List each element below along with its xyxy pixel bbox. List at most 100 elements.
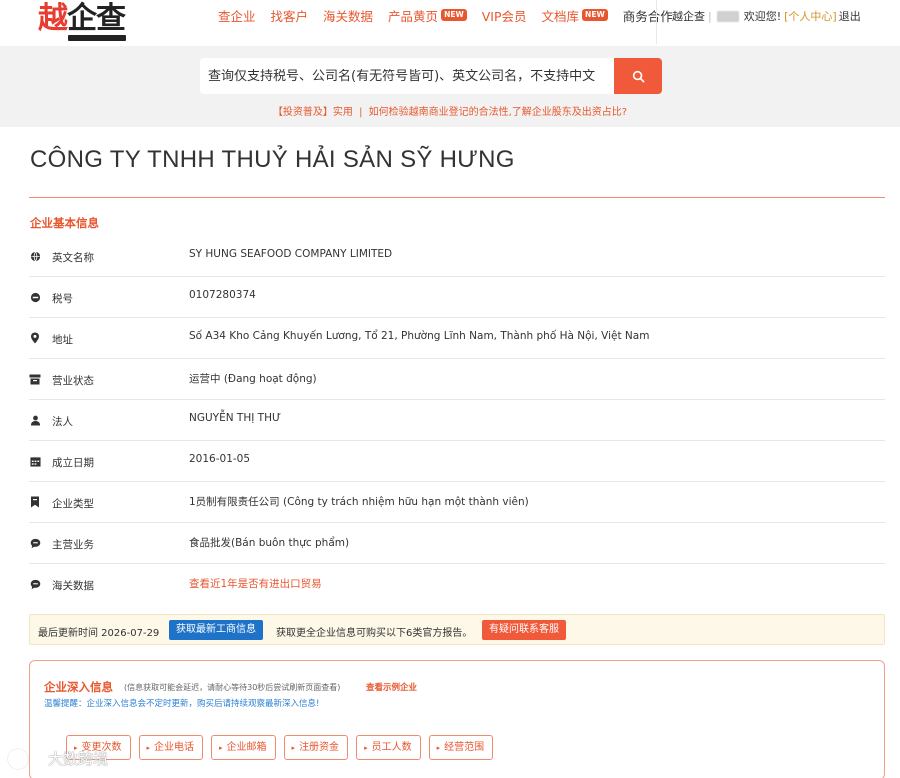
info-label: 地址	[52, 334, 73, 346]
location-pin-icon	[29, 332, 41, 344]
deep-info-warning: 温馨提醒：企业深入信息会不定时更新，购买后请持续观察最新深入信息!	[44, 699, 320, 709]
search-tip: 【投资普及】实用 | 如何检验越南商业登记的合法性,了解企业股东及出资占比?	[0, 103, 900, 118]
info-label: 主营业务	[52, 539, 94, 551]
info-label: 英文名称	[52, 252, 94, 264]
new-badge: NEW	[582, 9, 608, 21]
info-value: NGUYỄN THỊ THƯ	[189, 412, 281, 424]
nav-item-3[interactable]: 产品黄页 NEW	[388, 6, 467, 25]
title-divider	[29, 197, 885, 198]
watermark-logo-icon	[8, 748, 28, 769]
nav-item-5[interactable]: 文档库 NEW	[542, 6, 608, 25]
personal-center-link[interactable]: [个人中心]	[784, 8, 837, 24]
calendar-icon	[29, 455, 41, 467]
example-company-link[interactable]: 查看示例企业	[366, 681, 417, 693]
caret-right-icon: ▸	[436, 744, 441, 752]
deep-info-button[interactable]: ▸ 企业邮箱	[211, 735, 276, 760]
user-separator: |	[708, 9, 712, 23]
info-row: 海关数据 查看近1年是否有进出口贸易	[29, 564, 885, 605]
deep-info-button-label: 员工人数	[371, 742, 412, 753]
info-value: 0107280374	[189, 289, 256, 301]
caret-right-icon: ▸	[291, 744, 296, 752]
nav-item-0[interactable]: 查企业	[218, 6, 256, 25]
bookmark-icon	[29, 496, 41, 508]
deep-info-button-label: 企业电话	[154, 742, 195, 753]
info-row: 成立日期 2016-01-05	[29, 441, 885, 482]
nav-item-2[interactable]: 海关数据	[323, 6, 373, 25]
customs-data-link[interactable]: 查看近1年是否有进出口贸易	[189, 576, 322, 591]
company-name: CÔNG TY TNHH THUỶ HẢI SẢN SỸ HƯNG	[30, 146, 515, 173]
person-icon	[29, 414, 41, 426]
basic-info-table: 英文名称 SY HUNG SEAFOOD COMPANY LIMITED 税号 010…	[29, 236, 885, 605]
main-nav: 查企业 找客户 海关数据 产品黄页 NEW VIP会员 文档库 NEW 商务合作	[218, 6, 688, 24]
watermark-text: 大数跨境	[48, 750, 109, 768]
store-icon	[29, 373, 41, 385]
watermark: 大数跨境	[8, 748, 108, 769]
info-value: Số A34 Kho Cảng Khuyến Lương, Tổ 21, Phư…	[189, 330, 650, 342]
deep-info-button[interactable]: ▸ 企业电话	[138, 735, 204, 760]
report-hint: 获取更全企业信息可购买以下6类官方报告。	[276, 628, 473, 639]
nav-item-label: VIP会员	[481, 8, 527, 24]
nav-item-1[interactable]: 找客户	[271, 6, 309, 25]
globe-icon	[29, 250, 41, 262]
info-row: 法人 NGUYỄN THỊ THƯ	[29, 400, 885, 441]
nav-item-label: 找客户	[270, 8, 309, 24]
deep-info-button-label: 经营范围	[444, 742, 485, 753]
info-row: 营业状态 运营中 (Đang hoạt động)	[29, 359, 885, 400]
tip-separator: |	[359, 107, 363, 118]
info-label: 法人	[52, 416, 73, 428]
nav-item-label: 产品黄页	[388, 8, 439, 24]
tip-tag[interactable]: 【投资普及】实用	[273, 107, 353, 118]
info-value: 运营中 (Đang hoạt động)	[189, 373, 317, 385]
contact-support-button[interactable]: 有疑问联系客服	[482, 620, 566, 640]
info-value: 2016-01-05	[189, 453, 251, 465]
deep-info-panel: 企业深入信息 (信息获取可能会延迟，请耐心等待30秒后尝试刷新页面查看) 查看示…	[29, 660, 885, 778]
info-row: 地址 Số A34 Kho Cảng Khuyến Lương, Tổ 21, P…	[29, 318, 885, 359]
deep-info-title: 企业深入信息	[44, 680, 113, 694]
site-logo[interactable]: 越企查	[38, 3, 126, 41]
nav-item-4[interactable]: VIP会员	[482, 6, 527, 25]
nav-item-label: 海关数据	[323, 8, 374, 24]
tax-icon	[29, 291, 41, 303]
info-row: 企业类型 1员制有限责任公司 (Công ty trách nhiệm hữu h…	[29, 482, 885, 523]
basic-info-title: 企业基本信息	[30, 216, 99, 230]
search-box	[200, 58, 614, 94]
nav-item-label: 商务合作	[622, 8, 673, 24]
refresh-info-button[interactable]: 获取最新工商信息	[169, 620, 263, 640]
chat-icon	[29, 578, 41, 590]
search-icon	[632, 70, 644, 82]
welcome-text: 欢迎您!	[743, 10, 782, 23]
tip-link[interactable]: 如何检验越南商业登记的合法性,了解企业股东及出资占比?	[369, 107, 628, 118]
deep-info-buttons: ▸ 变更次数 ▸ 企业电话 ▸ 企业邮箱 ▸ 注册资金 ▸ 员工人数 ▸ 经营范围	[66, 735, 501, 760]
info-row: 主营业务 食品批发(Bán buôn thực phẩm)	[29, 523, 885, 564]
search-band: 【投资普及】实用 | 如何检验越南商业登记的合法性,了解企业股东及出资占比?	[0, 46, 900, 127]
logout-link[interactable]: 退出	[839, 8, 861, 24]
user-site-label: 越企查	[672, 10, 705, 23]
deep-info-button[interactable]: ▸ 经营范围	[428, 735, 494, 760]
last-update-time: 最后更新时间 2026-07-29	[38, 628, 160, 639]
deep-info-button-label: 注册资金	[299, 742, 340, 753]
info-row: 英文名称 SY HUNG SEAFOOD COMPANY LIMITED	[29, 236, 885, 277]
logo-text: 越企查	[38, 1, 126, 36]
info-row: 税号 0107280374	[29, 277, 885, 318]
info-value: 食品批发(Bán buôn thực phẩm)	[189, 537, 350, 549]
new-badge: NEW	[441, 9, 467, 21]
search-input[interactable]	[208, 68, 608, 84]
deep-info-note: (信息获取可能会延迟，请耐心等待30秒后尝试刷新页面查看)	[124, 683, 341, 692]
update-bar: 最后更新时间 2026-07-29 获取最新工商信息 获取更全企业信息可购买以下…	[29, 614, 885, 645]
logo-underline	[68, 35, 126, 41]
caret-right-icon: ▸	[364, 744, 368, 752]
caret-right-icon: ▸	[219, 744, 223, 752]
nav-item-label: 文档库	[541, 8, 580, 24]
nav-item-6[interactable]: 商务合作	[623, 6, 673, 25]
info-label: 海关数据	[52, 580, 94, 592]
deep-info-button[interactable]: ▸ 注册资金	[283, 735, 349, 760]
info-label: 营业状态	[52, 375, 94, 387]
caret-right-icon: ▸	[146, 744, 151, 752]
deep-info-button[interactable]: ▸ 员工人数	[356, 735, 421, 760]
username-redacted	[716, 10, 739, 22]
chat-icon	[29, 537, 41, 549]
info-label: 税号	[52, 293, 73, 305]
search-button[interactable]	[614, 58, 662, 94]
info-value: SY HUNG SEAFOOD COMPANY LIMITED	[189, 248, 393, 260]
user-bar: 越企查 | 欢迎您! [个人中心] 退出	[672, 8, 861, 24]
